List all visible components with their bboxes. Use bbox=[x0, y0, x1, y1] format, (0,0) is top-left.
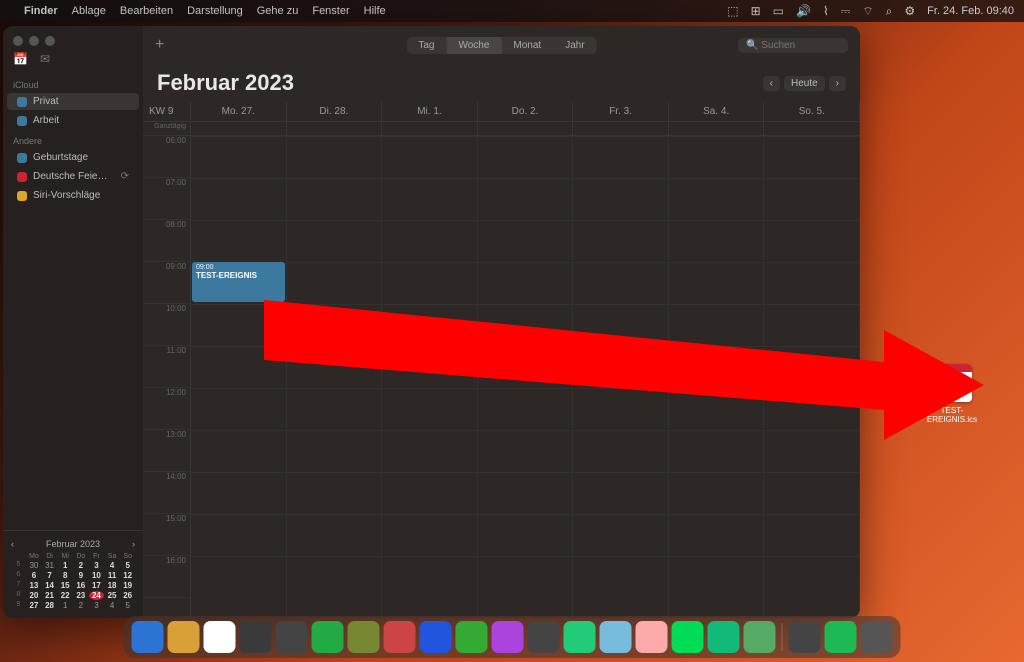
menu-ablage[interactable]: Ablage bbox=[72, 5, 106, 17]
day-header[interactable]: So. 5. bbox=[764, 102, 860, 121]
volume-icon[interactable]: 🔊 bbox=[796, 4, 811, 18]
display-icon[interactable]: ▭ bbox=[773, 4, 784, 18]
mini-cal-prev[interactable]: ‹ bbox=[11, 539, 14, 549]
sidebar: 📅 ✉ iCloud Privat Arbeit Andere Geburtst… bbox=[3, 26, 143, 618]
menubar-clock[interactable]: Fr. 24. Feb. 09:40 bbox=[927, 5, 1014, 17]
dock-app-icon[interactable] bbox=[132, 621, 164, 653]
dock-app-icon[interactable] bbox=[168, 621, 200, 653]
day-column[interactable] bbox=[287, 136, 383, 618]
dock-app-icon[interactable] bbox=[240, 621, 272, 653]
dock-app-icon[interactable] bbox=[672, 621, 704, 653]
view-tag[interactable]: Tag bbox=[406, 37, 446, 54]
day-header[interactable]: Sa. 4. bbox=[669, 102, 765, 121]
menu-hilfe[interactable]: Hilfe bbox=[364, 5, 386, 17]
window-controls[interactable] bbox=[3, 26, 143, 52]
dock-app-icon[interactable] bbox=[600, 621, 632, 653]
dock[interactable] bbox=[124, 616, 901, 658]
wifi-icon[interactable]: ⌔ bbox=[862, 4, 873, 19]
menubar-app-name[interactable]: Finder bbox=[24, 5, 58, 17]
dock-app-icon[interactable] bbox=[708, 621, 740, 653]
search-input[interactable]: 🔍 Suchen bbox=[738, 38, 848, 53]
day-column[interactable]: 09:00TEST-EREIGNIS bbox=[191, 136, 287, 618]
day-header[interactable]: Do. 2. bbox=[478, 102, 574, 121]
sidebar-item-geburtstage[interactable]: Geburtstage bbox=[7, 149, 139, 166]
dock-app-icon[interactable] bbox=[348, 621, 380, 653]
menu-fenster[interactable]: Fenster bbox=[312, 5, 349, 17]
day-column[interactable] bbox=[573, 136, 669, 618]
view-woche[interactable]: Woche bbox=[446, 37, 501, 54]
time-grid[interactable]: 06:0007:0008:0009:0010:0011:0012:0013:00… bbox=[143, 136, 860, 618]
dock-app-icon[interactable] bbox=[564, 621, 596, 653]
sidebar-section-icloud: iCloud bbox=[3, 74, 143, 92]
desktop-file-label: TEST-EREIGNIS.ics bbox=[918, 406, 986, 424]
day-header[interactable]: Fr. 3. bbox=[573, 102, 669, 121]
day-column[interactable] bbox=[669, 136, 765, 618]
mini-cal-title: Februar 2023 bbox=[46, 539, 100, 549]
sidebar-item-arbeit[interactable]: Arbeit bbox=[7, 112, 139, 129]
dock-app-icon[interactable] bbox=[825, 621, 857, 653]
calendar-list-icon[interactable]: 📅 bbox=[13, 52, 28, 66]
dock-app-icon[interactable] bbox=[492, 621, 524, 653]
dock-app-icon[interactable] bbox=[636, 621, 668, 653]
dock-app-icon[interactable] bbox=[744, 621, 776, 653]
menu-gehe-zu[interactable]: Gehe zu bbox=[257, 5, 299, 17]
view-monat[interactable]: Monat bbox=[501, 37, 553, 54]
dock-app-icon[interactable] bbox=[276, 621, 308, 653]
allday-row: Ganztägig bbox=[143, 122, 860, 136]
prev-week-button[interactable]: ‹ bbox=[763, 76, 780, 91]
month-title: Februar 2023 bbox=[157, 70, 294, 96]
sidebar-section-andere: Andere bbox=[3, 130, 143, 148]
menubar: Finder Ablage Bearbeiten Darstellung Geh… bbox=[0, 0, 1024, 22]
toolbar: + Tag Woche Monat Jahr 🔍 Suchen bbox=[143, 26, 860, 64]
add-event-button[interactable]: + bbox=[155, 36, 164, 54]
dock-app-icon[interactable] bbox=[384, 621, 416, 653]
menu-bearbeiten[interactable]: Bearbeiten bbox=[120, 5, 173, 17]
dock-app-icon[interactable] bbox=[528, 621, 560, 653]
sidebar-item-privat[interactable]: Privat bbox=[7, 93, 139, 110]
calendar-event[interactable]: 09:00TEST-EREIGNIS bbox=[192, 262, 285, 302]
menu-darstellung[interactable]: Darstellung bbox=[187, 5, 243, 17]
sidebar-item-siri[interactable]: Siri-Vorschläge bbox=[7, 187, 139, 204]
day-column[interactable] bbox=[382, 136, 478, 618]
calendar-main: + Tag Woche Monat Jahr 🔍 Suchen Februar … bbox=[143, 26, 860, 618]
mini-cal-next[interactable]: › bbox=[132, 539, 135, 549]
dock-app-icon[interactable] bbox=[456, 621, 488, 653]
calendar-window: 📅 ✉ iCloud Privat Arbeit Andere Geburtst… bbox=[3, 26, 860, 618]
dock-app-icon[interactable] bbox=[861, 621, 893, 653]
day-header[interactable]: Mo. 27. bbox=[191, 102, 287, 121]
dock-app-icon[interactable] bbox=[420, 621, 452, 653]
day-header[interactable]: Di. 28. bbox=[287, 102, 383, 121]
broadcast-icon: ⟳ bbox=[121, 171, 129, 182]
view-segmented-control[interactable]: Tag Woche Monat Jahr bbox=[406, 37, 596, 54]
sidebar-item-feiertage[interactable]: Deutsche Feie…⟳ bbox=[7, 168, 139, 185]
next-week-button[interactable]: › bbox=[829, 76, 846, 91]
search-icon[interactable]: ⌕ bbox=[886, 4, 893, 19]
grid-icon[interactable]: ⊞ bbox=[751, 4, 761, 18]
week-number: KW 9 bbox=[143, 102, 191, 121]
control-center-icon[interactable]: ⚙ bbox=[904, 4, 915, 18]
day-header-row: KW 9 Mo. 27. Di. 28. Mi. 1. Do. 2. Fr. 3… bbox=[143, 102, 860, 122]
today-button[interactable]: Heute bbox=[784, 76, 825, 91]
view-jahr[interactable]: Jahr bbox=[553, 37, 596, 54]
dock-app-icon[interactable] bbox=[312, 621, 344, 653]
ics-file-icon: 27 bbox=[932, 364, 972, 402]
dock-app-icon[interactable] bbox=[204, 621, 236, 653]
mini-calendar[interactable]: ‹ Februar 2023 › MoDiMiDoFrSaSo530311234… bbox=[3, 530, 143, 618]
day-column[interactable] bbox=[478, 136, 574, 618]
allday-label: Ganztägig bbox=[143, 122, 191, 135]
day-column[interactable] bbox=[764, 136, 860, 618]
dropbox-icon[interactable]: ⬚ bbox=[727, 4, 738, 18]
inbox-icon[interactable]: ✉ bbox=[40, 52, 50, 66]
desktop-ics-file[interactable]: 27 TEST-EREIGNIS.ics bbox=[918, 364, 986, 424]
battery-icon[interactable]: ⎓ bbox=[841, 4, 851, 19]
bluetooth-icon[interactable]: ⌇ bbox=[823, 4, 829, 18]
day-header[interactable]: Mi. 1. bbox=[382, 102, 478, 121]
dock-app-icon[interactable] bbox=[789, 621, 821, 653]
